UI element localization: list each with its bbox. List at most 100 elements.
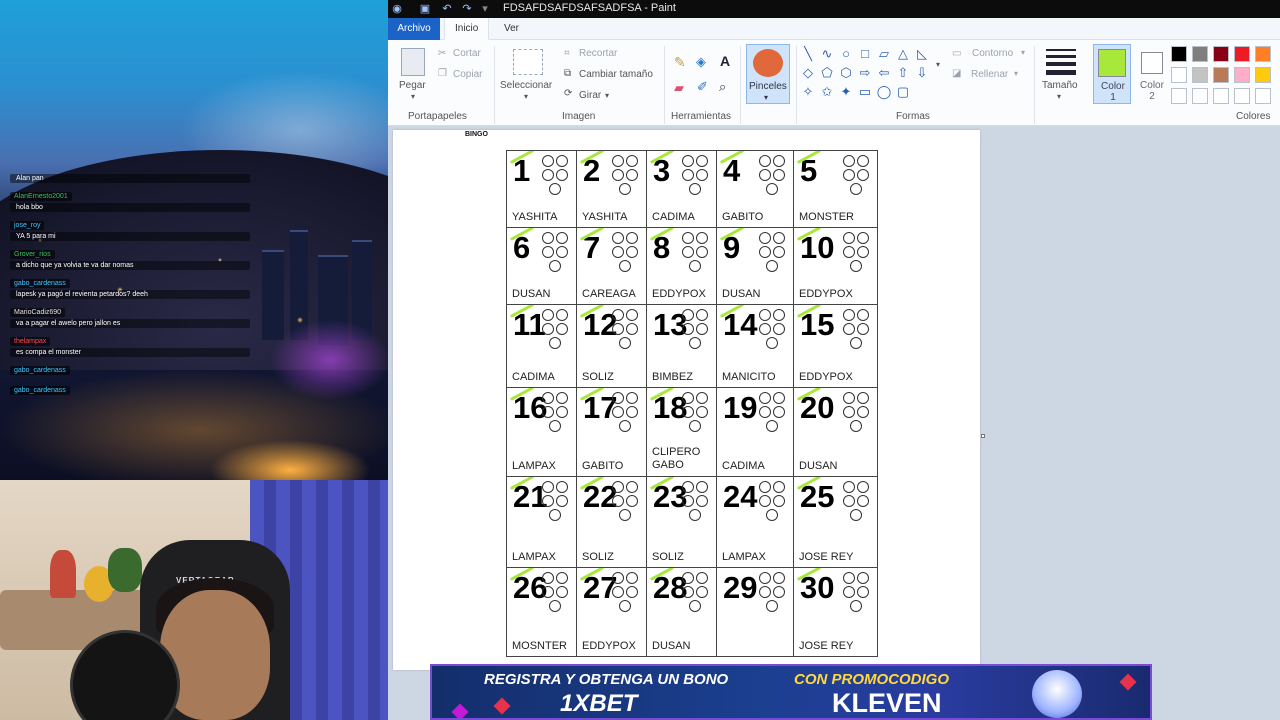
palette-swatch[interactable] <box>1171 67 1187 83</box>
custom-color-slot[interactable] <box>1171 88 1187 104</box>
undo-icon[interactable]: ↶ <box>440 2 454 16</box>
bingo-cell[interactable]: 13 BIMBEZ <box>646 304 717 388</box>
bingo-cell[interactable]: 27 EDDYPOX <box>576 567 647 657</box>
fill-bucket-icon[interactable]: ◈ <box>696 54 706 70</box>
bingo-cell[interactable]: 19 CADIMA <box>716 387 794 477</box>
fill-button[interactable]: Rellenar <box>971 69 1008 80</box>
bingo-cell[interactable]: 8 EDDYPOX <box>646 227 717 305</box>
right-triangle-shape-icon[interactable]: ◺ <box>914 46 930 62</box>
chat-username[interactable]: AlanErnesto2001 <box>10 192 72 201</box>
tab-home[interactable]: Inicio <box>444 18 490 40</box>
canvas-resize-handle[interactable] <box>981 434 985 438</box>
pentagon-shape-icon[interactable]: ⬠ <box>819 65 835 81</box>
bingo-cell[interactable]: 22 SOLIZ <box>576 476 647 568</box>
bingo-cell[interactable]: 24 LAMPAX <box>716 476 794 568</box>
callout-cloud-shape-icon[interactable]: ▢ <box>895 84 911 100</box>
select-icon[interactable] <box>513 49 543 75</box>
chat-username[interactable]: Grover_rios <box>10 250 55 259</box>
bingo-cell[interactable]: 18 CLIPERO GABO <box>646 387 717 477</box>
bingo-cell[interactable]: 26 MOSNTER <box>506 567 577 657</box>
custom-color-slot[interactable] <box>1213 88 1229 104</box>
size-icon[interactable] <box>1046 49 1076 75</box>
bingo-cell[interactable]: 6 DUSAN <box>506 227 577 305</box>
color1-button[interactable]: Color 1 <box>1093 44 1131 104</box>
arrow-up-shape-icon[interactable]: ⇧ <box>895 65 911 81</box>
copy-button[interactable]: Copiar <box>453 69 482 80</box>
bingo-cell[interactable]: 25 JOSE REY <box>793 476 878 568</box>
chevron-down-icon[interactable]: ▾ <box>1021 48 1025 57</box>
palette-swatch[interactable] <box>1255 46 1271 62</box>
star-four-shape-icon[interactable]: ✧ <box>800 84 816 100</box>
palette-swatch[interactable] <box>1234 46 1250 62</box>
rectangle-shape-icon[interactable]: □ <box>857 46 873 62</box>
copy-icon[interactable]: ❐ <box>438 68 447 79</box>
custom-color-slot[interactable] <box>1192 88 1208 104</box>
bingo-cell[interactable]: 21 LAMPAX <box>506 476 577 568</box>
oval-shape-icon[interactable]: ○ <box>838 46 854 62</box>
bingo-cell[interactable]: 17 GABITO <box>576 387 647 477</box>
chat-username[interactable]: thelampax <box>10 337 51 346</box>
resize-button[interactable]: Cambiar tamaño <box>579 69 653 80</box>
fill-icon[interactable]: ◪ <box>952 68 961 79</box>
color-picker-icon[interactable]: ✐ <box>697 79 708 95</box>
palette-swatch[interactable] <box>1213 46 1229 62</box>
chat-username[interactable]: jose_roy <box>10 221 45 230</box>
brushes-button[interactable]: Pinceles ▾ <box>746 44 790 104</box>
size-button[interactable]: Tamaño <box>1042 80 1078 91</box>
bingo-cell[interactable]: 12 SOLIZ <box>576 304 647 388</box>
crop-button[interactable]: Recortar <box>579 48 617 59</box>
bingo-cell[interactable]: 16 LAMPAX <box>506 387 577 477</box>
tab-file[interactable]: Archivo <box>388 18 440 40</box>
outline-icon[interactable]: ▭ <box>952 48 961 59</box>
star-five-shape-icon[interactable]: ✩ <box>819 84 835 100</box>
bingo-cell[interactable]: 10 EDDYPOX <box>793 227 878 305</box>
curve-shape-icon[interactable]: ∿ <box>819 46 835 62</box>
bingo-cell[interactable]: 29 <box>716 567 794 657</box>
cut-button[interactable]: Cortar <box>453 48 481 59</box>
magnifier-icon[interactable]: ⌕ <box>719 79 726 95</box>
eraser-icon[interactable]: ▰ <box>674 80 684 96</box>
custom-color-slot[interactable] <box>1234 88 1250 104</box>
crop-icon[interactable]: ⌗ <box>564 48 570 59</box>
resize-icon[interactable]: ⧉ <box>564 68 571 79</box>
bingo-cell[interactable]: 28 DUSAN <box>646 567 717 657</box>
hexagon-shape-icon[interactable]: ⬡ <box>838 65 854 81</box>
palette-swatch[interactable] <box>1213 67 1229 83</box>
rotate-icon[interactable]: ⟳ <box>564 88 572 99</box>
cut-icon[interactable]: ✂ <box>438 48 446 59</box>
clipboard-icon[interactable] <box>401 48 425 76</box>
bingo-cell[interactable]: 11 CADIMA <box>506 304 577 388</box>
palette-swatch[interactable] <box>1192 46 1208 62</box>
bingo-cell[interactable]: 1 YASHITA <box>506 150 577 228</box>
bingo-cell[interactable]: 23 SOLIZ <box>646 476 717 568</box>
palette-swatch[interactable] <box>1192 67 1208 83</box>
bingo-cell[interactable]: 3 CADIMA <box>646 150 717 228</box>
arrow-right-shape-icon[interactable]: ⇨ <box>857 65 873 81</box>
palette-swatch[interactable] <box>1171 46 1187 62</box>
diamond-shape-icon[interactable]: ◇ <box>800 65 816 81</box>
shapes-scroll-icon[interactable]: ▾ <box>936 60 940 69</box>
shapes-gallery[interactable]: ╲ ∿ ○ □ ▱ △ ◺ ◇ ⬠ ⬡ ⇨ ⇦ ⇧ ⇩ ✧ ✩ ✦ ▭ ◯ ▢ <box>800 46 946 102</box>
save-icon[interactable]: ▣ <box>418 2 432 16</box>
bingo-cell[interactable]: 7 CAREAGA <box>576 227 647 305</box>
bingo-cell[interactable]: 30 JOSE REY <box>793 567 878 657</box>
bingo-cell[interactable]: 5 MONSTER <box>793 150 878 228</box>
triangle-shape-icon[interactable]: △ <box>895 46 911 62</box>
color2-button[interactable]: Color 2 <box>1133 44 1171 104</box>
chat-username[interactable]: gabo_cardenass <box>10 386 70 395</box>
arrow-left-shape-icon[interactable]: ⇦ <box>876 65 892 81</box>
chat-username[interactable]: gabo_cardenass <box>10 366 70 375</box>
chevron-down-icon[interactable]: ▾ <box>524 92 528 101</box>
paste-button[interactable]: Pegar <box>399 80 426 91</box>
bingo-cell[interactable]: 20 DUSAN <box>793 387 878 477</box>
chevron-down-icon[interactable]: ▾ <box>1014 69 1018 78</box>
canvas-area[interactable]: BINGO 1 YASHITA 2 YASHITA 3 CADIMA 4 GABITO 5 MON… <box>388 126 1280 720</box>
bingo-cell[interactable]: 4 GABITO <box>716 150 794 228</box>
outline-button[interactable]: Contorno <box>972 48 1013 59</box>
polygon-shape-icon[interactable]: ▱ <box>876 46 892 62</box>
chat-username[interactable]: MarioCadiz690 <box>10 308 66 317</box>
arrow-down-shape-icon[interactable]: ⇩ <box>914 65 930 81</box>
custom-color-slot[interactable] <box>1255 88 1271 104</box>
rotate-button[interactable]: Girar <box>579 90 601 101</box>
palette-swatch[interactable] <box>1234 67 1250 83</box>
